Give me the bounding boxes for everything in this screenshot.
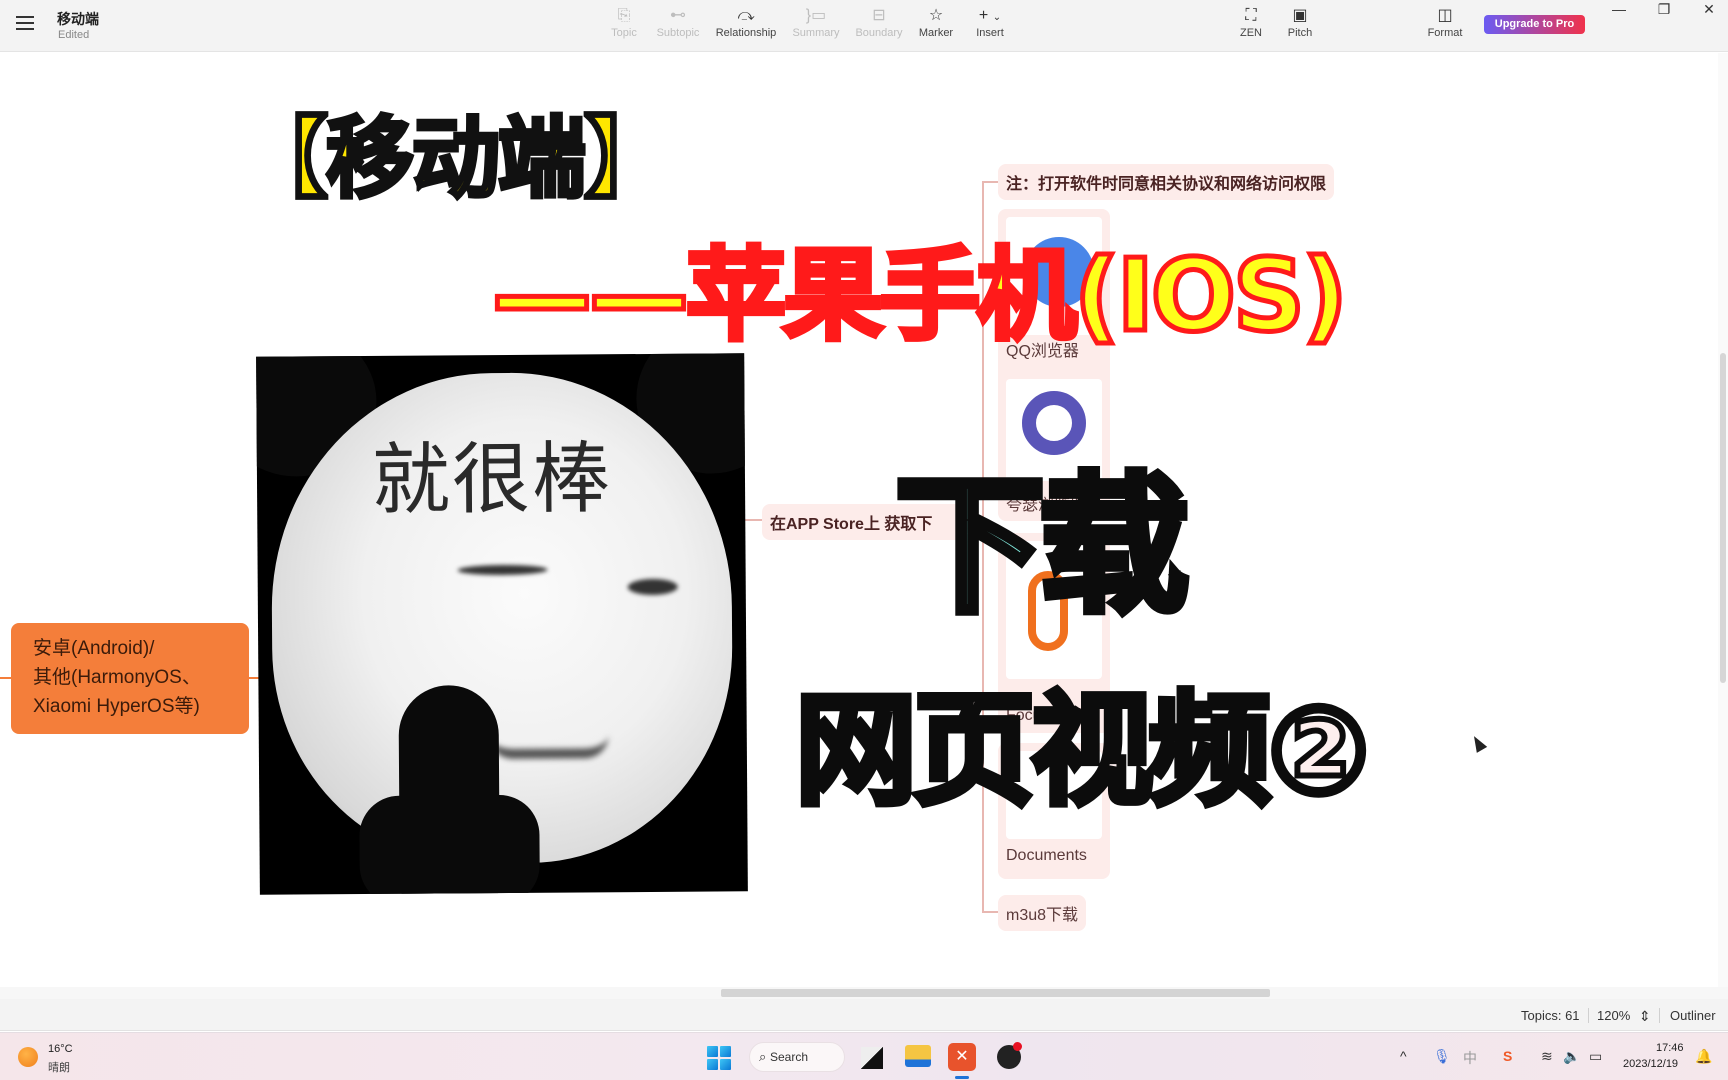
status-bar: Topics: 61 120% ⇕ Outliner [0,999,1728,1031]
task-view-icon[interactable] [861,1047,883,1069]
overlay-title-video: 网页视频② [792,677,1373,825]
node-label: Documents [1006,847,1087,864]
hamburger-menu-button[interactable] [14,12,36,36]
meme-mouth [488,734,609,760]
panel-icon: ◫ [1437,7,1453,24]
volume-icon[interactable]: 🔈 [1563,1048,1580,1065]
meme-image: 就很棒 [256,353,748,895]
wifi-icon[interactable]: ≋ [1541,1048,1553,1065]
outliner-button[interactable]: Outliner [1670,1008,1716,1023]
document-title: 移动端 [57,11,99,27]
title-bar: 移动端 Edited ⎘ Topic ⊷ Subtopic ⤼ Relation… [0,0,1728,52]
relationship-button[interactable]: ⤼ Relationship [714,6,778,46]
pitch-button[interactable]: ▣ Pitch [1268,6,1332,46]
search-label: Search [770,1050,809,1064]
taskbar: 16°C 晴朗 ⌕ Search ✕ ^ 🎙 中 S ≋ 🔈 ▭ 17:46 2… [0,1032,1728,1080]
boundary-icon: ⊟ [872,7,886,24]
summary-button[interactable]: }▭ Summary [784,6,848,46]
meme-fist [359,794,540,895]
overlay-title-download: 下载 [891,457,1192,638]
subtopic-button[interactable]: ⊷ Subtopic [646,6,710,46]
input-method-icon[interactable]: 中 [1463,1048,1477,1068]
horizontal-scroll-thumb[interactable] [721,989,1270,997]
close-button[interactable]: ✕ [1690,0,1728,20]
chevron-down-icon: ⌄ [992,12,1002,23]
format-button[interactable]: ◫ Format [1413,6,1477,46]
divider [1588,1008,1589,1023]
notification-bell-icon[interactable]: 🔔 [1695,1048,1712,1065]
horizontal-scrollbar[interactable] [0,987,1728,999]
weather-description[interactable]: 晴朗 [48,1059,70,1075]
document-status: Edited [58,29,90,41]
android-node[interactable]: 安卓(Android)/ 其他(HarmonyOS、 Xiaomi HyperO… [11,623,249,734]
branch-connector [0,677,11,679]
weather-sun-icon[interactable] [18,1047,38,1067]
recording-indicator [1013,1042,1022,1051]
show-hidden-icons-chevron-up-icon[interactable]: ^ [1400,1048,1407,1064]
vertical-scrollbar[interactable] [1718,53,1728,987]
insert-button[interactable]: + ⌄ Insert [958,6,1022,46]
note-node[interactable]: 注：打开软件时同意相关协议和网络访问权限 [998,164,1335,200]
microphone-icon[interactable]: 🎙 [1433,1048,1451,1065]
clock-date[interactable]: 2023/12/19 [1623,1058,1678,1070]
topics-count: Topics: 61 [1521,1008,1580,1023]
node-line: 安卓(Android)/ [33,638,155,659]
play-icon: ▣ [1292,7,1308,24]
search-icon: ⌕ [759,1049,767,1064]
clock-time[interactable]: 17:46 [1656,1042,1684,1054]
windows-start-icon[interactable] [707,1046,731,1070]
divider [1659,1008,1660,1023]
vertical-scroll-thumb[interactable] [1720,353,1726,683]
overlay-title-ios: ——苹果手机(IOS) [490,235,1351,357]
minimize-button[interactable]: — [1600,0,1638,20]
zoom-stepper-icon[interactable]: ⇕ [1639,1008,1651,1025]
plus-icon: + ⌄ [978,7,1002,24]
restore-button[interactable]: ❐ [1645,0,1683,20]
node-line: 其他(HarmonyOS、 [33,667,201,688]
subtopic-icon: ⊷ [670,7,686,24]
summary-icon: }▭ [805,7,827,24]
overlay-title-mobile: 【移动端】 [238,105,674,212]
child-node-m3u8[interactable]: m3u8下载 [998,895,1087,931]
relationship-icon: ⤼ [737,7,755,24]
sogou-ime-icon[interactable]: S [1503,1048,1512,1064]
taskbar-search[interactable]: ⌕ Search [749,1042,845,1072]
file-explorer-icon[interactable] [905,1045,931,1067]
xmind-app-icon[interactable]: ✕ [948,1043,976,1071]
weather-temperature[interactable]: 16°C [48,1043,73,1055]
meme-caption: 就很棒 [371,434,613,526]
battery-charging-icon[interactable]: ▭ [1589,1048,1602,1065]
boundary-button[interactable]: ⊟ Boundary [847,6,911,46]
upgrade-to-pro-button[interactable]: Upgrade to Pro [1484,15,1585,34]
node-line: Xiaomi HyperOS等) [33,696,200,717]
zoom-level[interactable]: 120% [1597,1008,1630,1023]
active-app-indicator [955,1076,969,1079]
